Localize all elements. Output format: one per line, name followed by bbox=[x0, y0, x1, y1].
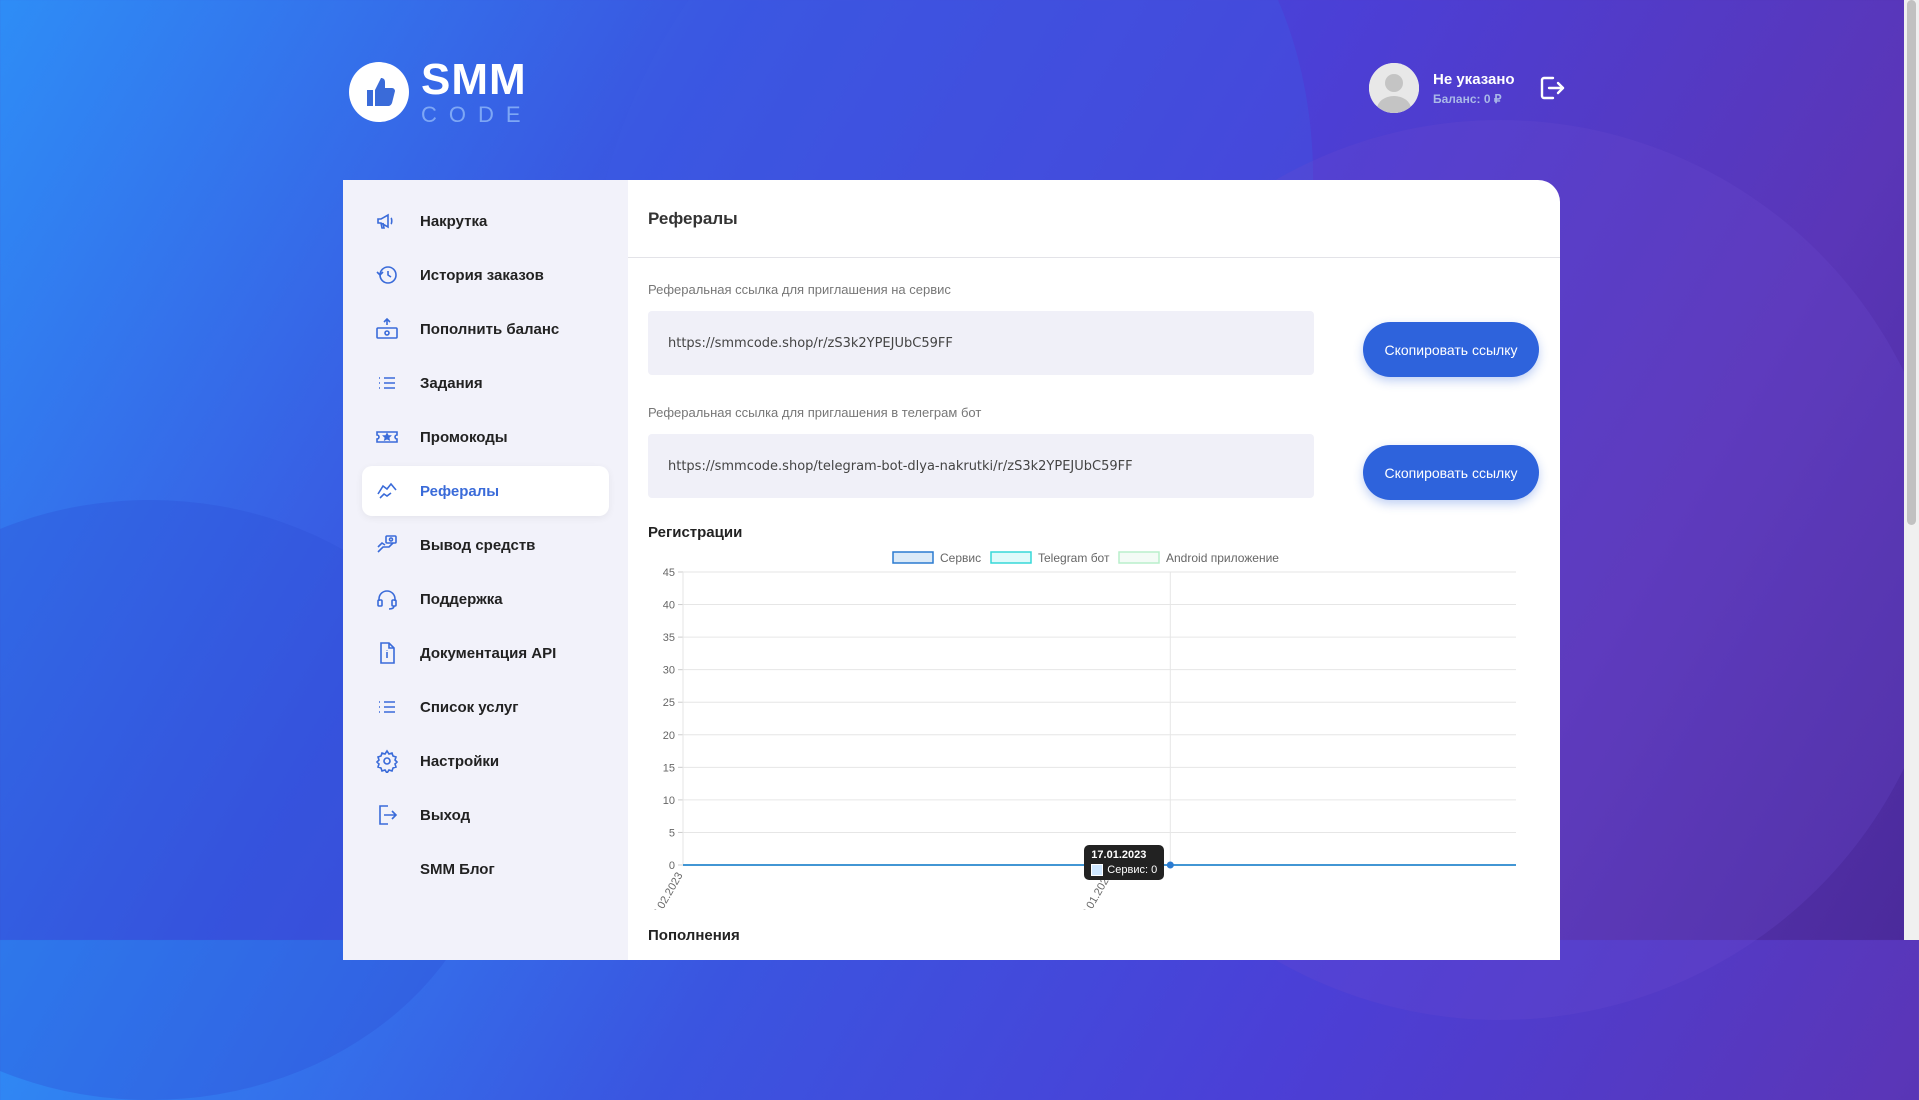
deposit-icon bbox=[374, 316, 400, 342]
legend-swatch bbox=[990, 551, 1032, 564]
content-area: Рефералы Реферальная ссылка для приглаше… bbox=[628, 180, 1560, 960]
y-tick-label: 0 bbox=[669, 860, 675, 872]
sidebar: Накрутка История заказов Пополнить балан… bbox=[343, 180, 628, 960]
y-tick-label: 5 bbox=[669, 827, 675, 839]
megaphone-icon bbox=[374, 208, 400, 234]
avatar[interactable] bbox=[1369, 63, 1419, 113]
sidebar-item-withdraw[interactable]: Вывод средств bbox=[362, 520, 609, 570]
user-balance: Баланс: 0 ₽ bbox=[1433, 91, 1502, 106]
y-tick-label: 30 bbox=[663, 665, 675, 677]
logo[interactable]: SMM CODE bbox=[349, 58, 533, 126]
sidebar-item-label: Документация API bbox=[420, 644, 557, 662]
chart-tooltip: 17.01.2023 Сервис: 0 bbox=[1084, 845, 1165, 880]
sidebar-item-blog[interactable]: SMM Блог bbox=[362, 844, 609, 894]
tooltip-text: Сервис: 0 bbox=[1107, 864, 1158, 876]
sidebar-item-promocodes[interactable]: Промокоды bbox=[362, 412, 609, 462]
sidebar-item-label: Список услуг bbox=[420, 698, 519, 716]
legend-swatch bbox=[1118, 551, 1160, 564]
legend-swatch bbox=[892, 551, 934, 564]
legend-label: Сервис bbox=[940, 551, 981, 565]
logo-text-main: SMM bbox=[421, 55, 527, 104]
legend-label: Android приложение bbox=[1166, 551, 1279, 565]
bot-link-field[interactable]: https://smmcode.shop/telegram-bot-dlya-n… bbox=[648, 434, 1314, 498]
legend-label: Telegram бот bbox=[1038, 551, 1110, 565]
sidebar-item-logout[interactable]: Выход bbox=[362, 790, 609, 840]
list-icon bbox=[374, 694, 400, 720]
copy-service-link-button[interactable]: Скопировать ссылку bbox=[1363, 322, 1539, 377]
headset-icon bbox=[374, 586, 400, 612]
document-icon bbox=[374, 640, 400, 666]
handshake-icon bbox=[374, 478, 400, 504]
user-box: Не указано Баланс: 0 ₽ bbox=[1369, 63, 1567, 113]
withdraw-icon bbox=[374, 532, 400, 558]
registrations-title: Регистрации bbox=[648, 524, 743, 541]
sidebar-item-top-up[interactable]: Пополнить баланс bbox=[362, 304, 609, 354]
sidebar-item-support[interactable]: Поддержка bbox=[362, 574, 609, 624]
ticket-icon bbox=[374, 424, 400, 450]
y-tick-label: 45 bbox=[663, 567, 675, 579]
y-tick-label: 35 bbox=[663, 632, 675, 644]
deposits-title: Пополнения bbox=[648, 927, 740, 944]
logout-icon bbox=[374, 802, 400, 828]
y-tick-label: 15 bbox=[663, 762, 675, 774]
list-icon bbox=[374, 370, 400, 396]
sidebar-item-label: Пополнить баланс bbox=[420, 320, 560, 338]
main-card: Накрутка История заказов Пополнить балан… bbox=[343, 180, 1560, 960]
sidebar-item-tasks[interactable]: Задания bbox=[362, 358, 609, 408]
y-tick-label: 40 bbox=[663, 600, 675, 612]
y-tick-label: 25 bbox=[663, 697, 675, 709]
service-link-label: Реферальная ссылка для приглашения на се… bbox=[648, 282, 951, 297]
sidebar-item-settings[interactable]: Настройки bbox=[362, 736, 609, 786]
tooltip-swatch bbox=[1091, 864, 1104, 876]
sidebar-item-label: SMM Блог bbox=[420, 860, 495, 878]
history-icon bbox=[374, 262, 400, 288]
thumbs-up-icon bbox=[349, 62, 409, 122]
sidebar-item-referrals[interactable]: Рефералы bbox=[362, 466, 609, 516]
logo-text-sub: CODE bbox=[421, 102, 533, 127]
sidebar-item-label: История заказов bbox=[420, 266, 544, 284]
copy-bot-link-button[interactable]: Скопировать ссылку bbox=[1363, 445, 1539, 500]
sidebar-item-label: Накрутка bbox=[420, 212, 488, 230]
logout-icon[interactable] bbox=[1537, 73, 1567, 103]
sidebar-item-api-docs[interactable]: Документация API bbox=[362, 628, 609, 678]
sidebar-item-label: Задания bbox=[420, 374, 483, 392]
scrollbar-thumb[interactable] bbox=[1907, 0, 1916, 525]
sidebar-item-nakrutka[interactable]: Накрутка bbox=[362, 196, 609, 246]
content-header: Рефералы bbox=[628, 180, 1560, 258]
page-title: Рефералы bbox=[648, 208, 738, 228]
sidebar-item-label: Выход bbox=[420, 806, 471, 824]
sidebar-item-label: Настройки bbox=[420, 752, 500, 770]
sidebar-item-label: Промокоды bbox=[420, 428, 508, 446]
y-tick-label: 10 bbox=[663, 795, 675, 807]
gear-icon bbox=[374, 748, 400, 774]
tooltip-title: 17.01.2023 bbox=[1091, 849, 1147, 861]
sidebar-item-services-list[interactable]: Список услуг bbox=[362, 682, 609, 732]
service-link-field[interactable]: https://smmcode.shop/r/zS3k2YPEJUbC59FF bbox=[648, 311, 1314, 375]
sidebar-item-label: Поддержка bbox=[420, 590, 503, 608]
data-point bbox=[1166, 861, 1174, 869]
y-tick-label: 20 bbox=[663, 730, 675, 742]
sidebar-item-label: Вывод средств bbox=[420, 536, 536, 554]
registrations-chart: Сервис Telegram бот Android приложение 0 5 10… bbox=[648, 540, 1538, 924]
x-tick-label: 03.02.2023 bbox=[648, 871, 686, 911]
bot-link-label: Реферальная ссылка для приглашения в тел… bbox=[648, 405, 982, 420]
sidebar-item-label: Рефералы bbox=[420, 482, 500, 500]
sidebar-item-order-history[interactable]: История заказов bbox=[362, 250, 609, 300]
page-scrollbar[interactable] bbox=[1904, 0, 1919, 940]
user-name: Не указано bbox=[1433, 70, 1515, 88]
